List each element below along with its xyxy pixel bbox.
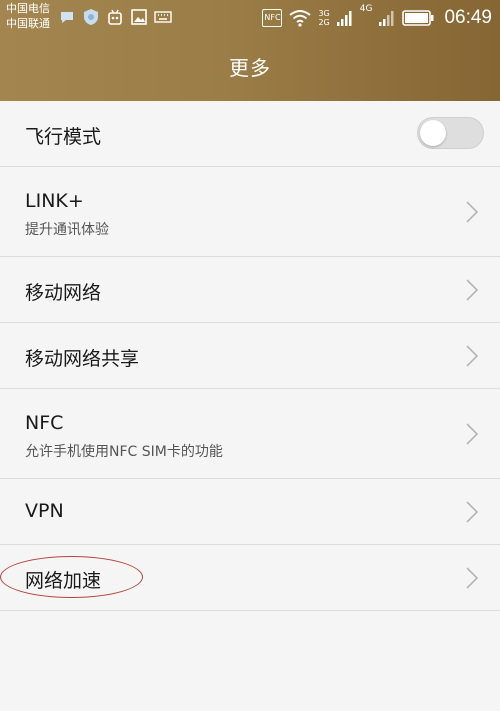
image-icon <box>130 8 148 26</box>
carrier-2: 中国联通 <box>6 17 50 30</box>
chevron-right-icon <box>466 567 478 589</box>
network-acceleration-row[interactable]: 网络加速 <box>0 545 500 611</box>
chevron-right-icon <box>466 279 478 301</box>
page-title: 更多 <box>229 56 271 80</box>
nfc-label: NFC <box>25 412 64 434</box>
notification-icons <box>58 8 172 26</box>
dual-network-label: 3G 2G <box>318 9 329 27</box>
link-plus-label: LINK+ <box>25 190 84 212</box>
carrier-1: 中国电信 <box>6 2 50 15</box>
vpn-row[interactable]: VPN <box>0 479 500 545</box>
mobile-network-label: 移动网络 <box>25 282 102 304</box>
airplane-mode-label: 飞行模式 <box>25 126 102 148</box>
notification-icon <box>58 8 76 26</box>
network-4g: 4G <box>359 4 373 14</box>
tethering-label: 移动网络共享 <box>25 348 140 370</box>
tethering-row[interactable]: 移动网络共享 <box>0 323 500 389</box>
chevron-right-icon <box>466 501 478 523</box>
status-bar: 中国电信 中国联通 NFC 3G 2G 4G 06:49 <box>0 0 500 36</box>
vpn-label: VPN <box>25 500 64 522</box>
app-header: 中国电信 中国联通 NFC 3G 2G 4G 06:49 更多 <box>0 0 500 101</box>
toggle-knob <box>420 120 446 146</box>
carrier-names: 中国电信 中国联通 <box>6 1 50 31</box>
chevron-right-icon <box>466 423 478 445</box>
chevron-right-icon <box>466 345 478 367</box>
nfc-subtitle: 允许手机使用NFC SIM卡的功能 <box>25 444 223 460</box>
network-2g: 2G <box>318 18 330 27</box>
airplane-mode-toggle[interactable] <box>417 117 484 149</box>
airplane-mode-row[interactable]: 飞行模式 <box>0 101 500 167</box>
settings-list: 飞行模式 LINK+ 提升通讯体验 移动网络 移动网络共享 NFC 允许手机使用… <box>0 101 500 611</box>
link-plus-subtitle: 提升通讯体验 <box>25 222 109 238</box>
nfc-row[interactable]: NFC 允许手机使用NFC SIM卡的功能 <box>0 389 500 479</box>
link-plus-row[interactable]: LINK+ 提升通讯体验 <box>0 167 500 257</box>
signal-icon <box>336 9 354 27</box>
nfc-icon: NFC <box>262 9 283 27</box>
network-3g: 3G <box>318 9 330 18</box>
wifi-icon <box>288 9 312 27</box>
system-icons: NFC 3G 2G 4G 06:49 <box>262 4 492 30</box>
mobile-network-row[interactable]: 移动网络 <box>0 257 500 323</box>
keyboard-icon <box>154 8 172 26</box>
network-acceleration-label: 网络加速 <box>25 570 102 592</box>
battery-icon <box>402 10 434 26</box>
clock: 06:49 <box>444 7 492 28</box>
shield-icon <box>82 8 100 26</box>
robot-icon <box>106 8 124 26</box>
chevron-right-icon <box>466 201 478 223</box>
signal-icon <box>378 9 396 27</box>
